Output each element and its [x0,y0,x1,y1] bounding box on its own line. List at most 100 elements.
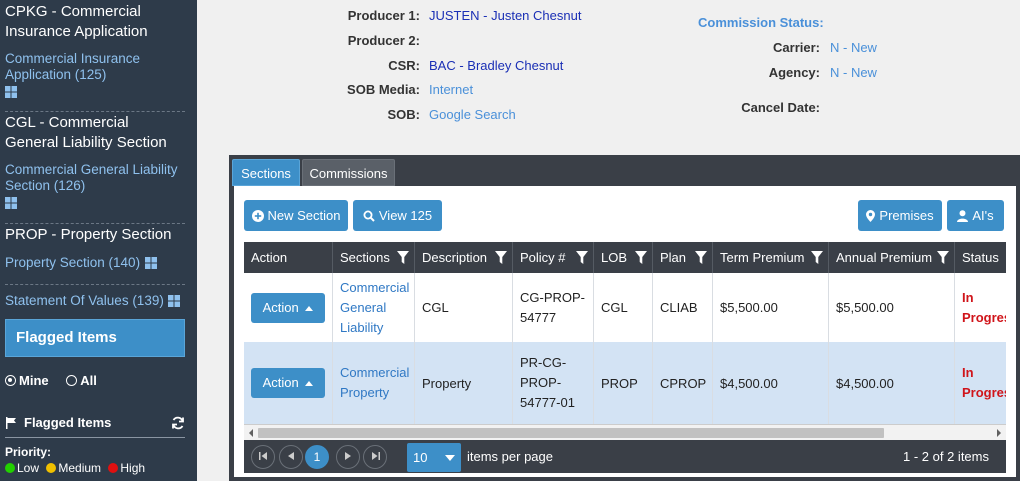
scroll-left-icon[interactable] [247,429,255,437]
filter-icon[interactable] [635,251,647,264]
tab-commissions[interactable]: Commissions [302,159,395,186]
map-marker-icon [866,210,876,222]
column-header-action: Action [244,242,333,273]
status-text: In Progress [962,289,1006,325]
commission-status-heading: Commission Status: [698,15,824,30]
windows-icon[interactable] [144,256,157,269]
flagged-items-header[interactable]: Flagged Items [5,319,185,357]
cell-description: Property [415,342,513,424]
cell-policy: CG-PROP-54777 [513,273,594,342]
view-button[interactable]: View 125 [353,200,442,231]
dropdown-caret-icon [445,455,455,461]
sidebar-link-prop[interactable]: Property Section (140) [5,255,140,270]
premises-label: Premises [879,208,934,223]
priority-legend: Priority: Low Medium High [5,444,145,476]
producer2-label: Producer 2: [347,33,420,48]
producer1-label: Producer 1: [347,8,420,23]
per-page-select[interactable]: 10 [407,443,461,472]
radio-mine[interactable]: Mine [5,373,49,388]
column-header-lob[interactable]: LOB [594,242,653,273]
column-header-plan[interactable]: Plan [653,242,713,273]
filter-icon[interactable] [695,251,707,264]
windows-icon[interactable] [5,196,17,209]
next-page-icon [345,452,351,460]
radio-all[interactable]: All [66,373,97,388]
csr-label: CSR: [388,58,420,73]
column-header-sections[interactable]: Sections [333,242,415,273]
sidebar-link-cpkg[interactable]: Commercial Insurance Application (125) [5,51,165,83]
section-link[interactable]: Commercial Property [340,363,414,403]
plus-circle-icon [251,210,264,222]
priority-high-dot [108,463,119,473]
premises-button[interactable]: Premises [858,200,942,231]
sections-grid: Action Sections Description Policy # LOB… [244,242,1006,473]
page-number-button[interactable]: 1 [305,445,329,469]
table-row: Action Commercial Property Property PR-C… [244,342,1006,424]
agency-label: Agency: [768,65,820,80]
cell-lob: PROP [594,342,653,424]
filter-icon[interactable] [937,251,949,264]
column-header-policy[interactable]: Policy # [513,242,594,273]
cancel-date-label: Cancel Date: [741,100,820,115]
cell-status: In Progress [955,342,1006,424]
sections-panel: Sections Commissions New Section View 12… [229,155,1020,481]
cell-action: Action [244,342,333,424]
sob-value[interactable]: Google Search [429,107,516,122]
filter-icon[interactable] [811,251,823,264]
sob-label: SOB: [387,107,421,122]
sidebar: CPKG - Commercial Insurance Application … [0,0,197,481]
scroll-right-icon[interactable] [995,429,1003,437]
flag-filter-radios: Mine All [5,373,97,388]
cell-status: In Progress [955,273,1006,342]
section-link[interactable]: Commercial General Liability [340,278,414,338]
radio-selected-icon [5,375,16,386]
additional-insureds-button[interactable]: AI's [947,200,1004,231]
row-action-button[interactable]: Action [251,292,325,323]
filter-icon[interactable] [576,251,588,264]
priority-medium-label: Medium [58,461,102,475]
new-section-label: New Section [267,208,341,223]
column-header-annual-premium[interactable]: Annual Premium [829,242,955,273]
scrollbar-thumb[interactable] [258,428,884,438]
last-page-button[interactable] [363,445,387,469]
carrier-value[interactable]: N - New [830,40,877,55]
pager-summary: 1 - 2 of 2 items [903,449,989,464]
sidebar-link-statement[interactable]: Statement Of Values (139) [5,293,164,308]
cell-annual-premium: $5,500.00 [829,273,955,342]
sidebar-group-title: CPKG - Commercial Insurance Application [5,3,148,40]
caret-up-icon [305,381,314,386]
tab-sections[interactable]: Sections [232,159,300,186]
refresh-icon[interactable] [171,416,185,430]
producer1-value[interactable]: JUSTEN - Justen Chesnut [429,8,581,23]
new-section-button[interactable]: New Section [244,200,348,231]
column-header-term-premium[interactable]: Term Premium [713,242,829,273]
filter-icon[interactable] [495,251,507,264]
horizontal-scrollbar[interactable] [244,424,1006,440]
priority-medium-dot [46,463,57,473]
priority-low-dot [5,463,15,473]
column-header-status[interactable]: Status [955,242,1006,273]
row-action-button[interactable]: Action [251,368,325,398]
windows-icon[interactable] [5,85,17,98]
sidebar-group-title: CGL - Commercial General Liability Secti… [5,114,167,151]
per-page-value: 10 [413,450,428,465]
cell-policy: PR-CG-PROP-54777-01 [513,342,594,424]
sidebar-group-prop: PROP - Property Section Property Section… [5,225,185,285]
prev-page-button[interactable] [279,445,303,469]
agency-value[interactable]: N - New [830,65,877,80]
sidebar-statement-row: Statement Of Values (139) [5,292,181,310]
cell-plan: CPROP [653,342,713,424]
cell-lob: CGL [594,273,653,342]
filter-icon[interactable] [397,251,409,264]
ais-label: AI's [972,208,994,223]
windows-icon[interactable] [168,294,181,307]
csr-value[interactable]: BAC - Bradley Chesnut [429,58,563,73]
next-page-button[interactable] [336,445,360,469]
panel-content: New Section View 125 Premises AI's Actio… [234,186,1016,477]
sidebar-link-cgl[interactable]: Commercial General Liability Section (12… [5,162,180,194]
priority-label: Priority: [5,445,52,459]
column-header-description[interactable]: Description [415,242,513,273]
radio-unselected-icon [66,375,78,386]
sob-media-value[interactable]: Internet [429,82,473,97]
first-page-button[interactable] [251,445,275,469]
